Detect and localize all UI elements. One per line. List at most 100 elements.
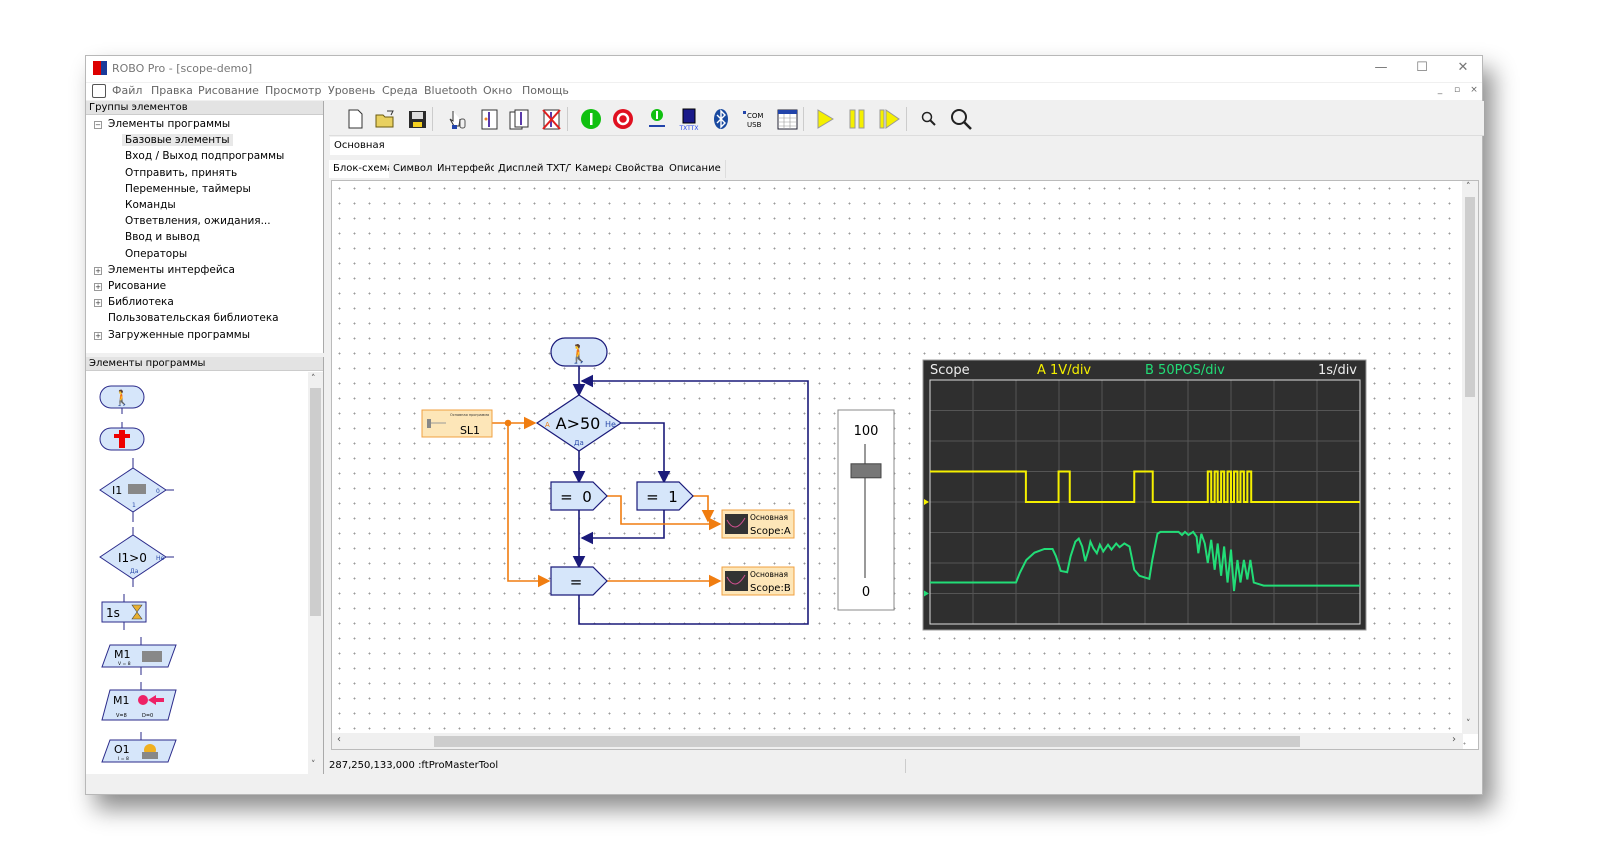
- open-folder-icon[interactable]: [373, 107, 397, 131]
- tree-item[interactable]: Пользовательская библиотека: [108, 312, 279, 324]
- minimize-button[interactable]: —: [1361, 58, 1401, 78]
- tree-item[interactable]: Переменные, таймеры: [125, 183, 251, 195]
- svg-text:A>50: A>50: [556, 414, 601, 433]
- expand-icon[interactable]: +: [94, 299, 102, 308]
- scroll-right-icon[interactable]: ›: [1452, 734, 1456, 745]
- menu-0[interactable]: Файл: [112, 84, 142, 97]
- system-menu-icon[interactable]: [92, 84, 106, 98]
- tab-view-6[interactable]: Описание: [665, 160, 726, 178]
- copy-subprogram-icon[interactable]: [507, 107, 531, 131]
- status-separator: [905, 759, 906, 773]
- tree-item[interactable]: Вход / Выход подпрограммы: [125, 150, 284, 162]
- pause-icon[interactable]: [845, 107, 869, 131]
- palette-compare-element[interactable]: I1>0 Не Да: [99, 527, 174, 587]
- scroll-thumb[interactable]: [310, 388, 321, 616]
- start-block[interactable]: 🚶: [550, 337, 608, 367]
- menu-2[interactable]: Рисование: [198, 84, 259, 97]
- tree-item[interactable]: Базовые элементы: [122, 134, 233, 147]
- mdi-restore-button[interactable]: ▫: [1450, 85, 1464, 97]
- tab-view-0[interactable]: Блок-схема: [329, 160, 399, 178]
- palette-end-element[interactable]: [99, 422, 145, 451]
- palette-motor-stop-element[interactable]: M1 V=8 D=0: [101, 682, 177, 721]
- scroll-down-icon[interactable]: ˅: [311, 760, 316, 770]
- palette-wait-element[interactable]: 1s: [101, 594, 147, 630]
- menu-5[interactable]: Среда: [382, 84, 418, 97]
- zoom-in-icon[interactable]: [917, 107, 941, 131]
- delete-subprogram-icon[interactable]: [539, 107, 563, 131]
- svg-text:A: A: [545, 421, 550, 429]
- new-subprogram-icon[interactable]: [477, 107, 501, 131]
- palette-start-element[interactable]: 🚶: [99, 385, 145, 414]
- scroll-down-icon[interactable]: ˅: [1466, 719, 1471, 729]
- flowchart-canvas[interactable]: ˄ ˅ ‹ ›: [331, 180, 1479, 750]
- tab-main-program[interactable]: Основная программа: [330, 137, 420, 169]
- slider-control[interactable]: 100 0: [837, 409, 895, 611]
- svg-text:D=0: D=0: [142, 713, 153, 719]
- svg-text:M1: M1: [114, 648, 131, 661]
- expand-icon[interactable]: +: [94, 283, 102, 291]
- scope-b-output-block[interactable]: Основная Scope:B: [721, 566, 795, 596]
- tree-item[interactable]: Команды: [125, 199, 176, 211]
- run-icon[interactable]: [813, 107, 837, 131]
- maximize-button[interactable]: ☐: [1402, 58, 1442, 78]
- tab-view-2[interactable]: Интерфейс: [433, 160, 502, 178]
- expand-icon[interactable]: +: [94, 266, 102, 275]
- scroll-up-icon[interactable]: ˄: [311, 374, 316, 384]
- menu-3[interactable]: Просмотр: [265, 84, 321, 97]
- menu-7[interactable]: Окно: [483, 84, 512, 97]
- horizontal-scrollbar[interactable]: ‹ ›: [332, 733, 1463, 749]
- svg-text:COM: COM: [747, 112, 763, 120]
- slider-min-label: 0: [862, 585, 870, 600]
- palette-branch-element[interactable]: I1 0 1: [99, 458, 174, 522]
- scroll-up-icon[interactable]: ˄: [1466, 182, 1471, 192]
- menu-4[interactable]: Уровень: [328, 84, 375, 97]
- tree-item[interactable]: Элементы интерфейса: [108, 264, 235, 276]
- mdi-close-button[interactable]: ×: [1467, 85, 1481, 97]
- palette-output-element[interactable]: O1 I = 8: [101, 732, 177, 763]
- collapse-icon[interactable]: −: [94, 121, 102, 129]
- palette-motor-element[interactable]: M1 V = 8: [101, 637, 177, 675]
- tree-item[interactable]: Библиотека: [108, 296, 174, 308]
- tab-view-5[interactable]: Свойства: [611, 160, 669, 178]
- tree-item[interactable]: Загруженные программы: [108, 329, 250, 341]
- download-icon[interactable]: [645, 107, 669, 131]
- tree-item[interactable]: Элементы программы: [108, 118, 230, 130]
- pointer-clip-icon[interactable]: [445, 107, 469, 131]
- tree-item[interactable]: Отправить, принять: [125, 167, 237, 179]
- stop-red-icon[interactable]: [611, 107, 635, 131]
- horizontal-scroll-thumb[interactable]: [434, 736, 1300, 747]
- zoom-out-icon[interactable]: [949, 107, 973, 131]
- svg-text:V = 8: V = 8: [118, 661, 131, 667]
- txt-tx-icon[interactable]: TXTTX: [677, 107, 701, 131]
- vertical-scroll-thumb[interactable]: [1465, 197, 1475, 397]
- scroll-left-icon[interactable]: ‹: [337, 734, 341, 745]
- save-icon[interactable]: [405, 107, 429, 131]
- new-file-icon[interactable]: [343, 107, 367, 131]
- tab-view-1[interactable]: Символ: [389, 160, 438, 178]
- slider-input-block[interactable]: Основная программа SL1: [421, 409, 493, 438]
- program-elements-panel: Элементы программы 🚶 I1 0 1 I1>0 Не Да 1…: [86, 357, 324, 774]
- program-elements-header: Элементы программы: [86, 357, 323, 371]
- menu-1[interactable]: Правка: [151, 84, 193, 97]
- sensor-icon: [128, 484, 146, 494]
- tree-item[interactable]: Рисование: [108, 280, 166, 292]
- mdi-minimize-button[interactable]: _: [1433, 85, 1447, 97]
- palette-scrollbar[interactable]: ˄ ˅: [308, 372, 323, 774]
- tree-item[interactable]: Операторы: [125, 248, 187, 260]
- vertical-scrollbar[interactable]: ˄ ˅: [1462, 181, 1478, 734]
- tree-item[interactable]: Ответвления, ожидания...: [125, 215, 271, 227]
- step-icon[interactable]: [877, 107, 901, 131]
- scope-a-output-block[interactable]: Основная Scope:A: [721, 509, 795, 539]
- menu-8[interactable]: Помощь: [522, 84, 569, 97]
- panel-icon[interactable]: [775, 107, 799, 131]
- svg-text:Основная: Основная: [750, 570, 788, 579]
- bluetooth-icon[interactable]: [709, 107, 733, 131]
- svg-text:USB: USB: [747, 121, 762, 129]
- expand-icon[interactable]: +: [94, 331, 102, 340]
- com-usb-icon[interactable]: COMUSB: [741, 107, 765, 131]
- walking-man-icon: 🚶: [568, 343, 590, 365]
- start-green-icon[interactable]: [579, 107, 603, 131]
- menu-6[interactable]: Bluetooth: [424, 84, 477, 97]
- tree-item[interactable]: Ввод и вывод: [125, 231, 200, 243]
- close-button[interactable]: ✕: [1443, 58, 1483, 78]
